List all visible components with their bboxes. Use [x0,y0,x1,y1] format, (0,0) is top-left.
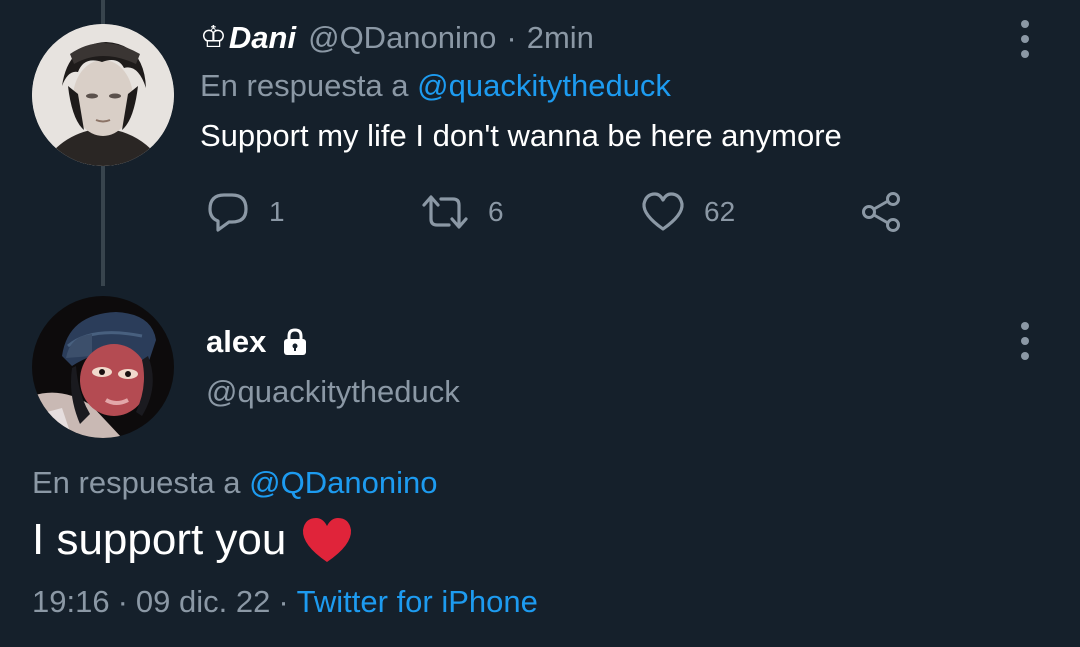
reply-prefix: En respuesta a [200,68,409,103]
more-dot [1021,352,1029,360]
share-icon [862,192,900,232]
avatar[interactable] [32,24,174,166]
separator-dot: · [506,20,517,55]
red-heart-icon [300,515,354,565]
tweet-action-bar: 1 6 62 [0,190,1080,234]
reply-button[interactable]: 1 [205,190,285,234]
chess-king-icon: ♔ [200,21,227,54]
user-handle[interactable]: @quackitytheduck [206,374,460,410]
display-name[interactable]: alex [206,324,266,360]
timestamp[interactable]: 2min [527,20,594,56]
more-dot [1021,322,1029,330]
reply-count: 1 [269,196,285,227]
separator-dot: · [278,584,289,619]
lock-icon [280,327,310,357]
reply-mention-link[interactable]: @quackitytheduck [417,68,671,103]
more-options-button[interactable] [1020,322,1030,360]
tweet-date[interactable]: 09 dic. 22 [136,584,270,619]
avatar[interactable] [32,296,174,438]
separator-dot: · [117,584,128,619]
retweet-button[interactable]: 6 [420,190,504,234]
more-options-button[interactable] [1020,20,1030,58]
tweet-time[interactable]: 19:16 [32,584,110,619]
retweet-count: 6 [488,196,504,227]
like-button[interactable]: 62 [640,190,735,234]
more-dot [1021,50,1029,58]
reply-context: En respuesta a @quackitytheduck [200,68,671,104]
reply-context: En respuesta a @QDanonino [32,465,437,501]
reply-prefix: En respuesta a [32,465,241,500]
tweet-text: Support my life I don't wanna be here an… [200,118,842,153]
avatar-image-alex [32,296,174,438]
reply-mention-link[interactable]: @QDanonino [249,465,437,500]
more-dot [1021,35,1029,43]
tweet-text-row: I support you [32,510,354,570]
user-handle[interactable]: @QDanonino [308,20,496,56]
reply-icon [208,193,248,232]
tweet-parent-header: ♔ Dani @QDanonino · 2min [200,18,594,58]
display-name[interactable]: Dani [229,20,296,56]
tweet-text: I support you [32,515,287,564]
tweet-metadata: 19:16 · 09 dic. 22 · Twitter for iPhone [32,584,538,620]
like-count: 62 [704,196,736,227]
more-dot [1021,337,1029,345]
more-dot [1021,20,1029,28]
heart-outline-icon [642,192,684,231]
retweet-icon [422,195,468,229]
tweet-source-link[interactable]: Twitter for iPhone [297,584,538,619]
avatar-image-dani [32,24,174,166]
tweet-main-header: alex [206,322,310,362]
share-button[interactable] [858,190,904,234]
